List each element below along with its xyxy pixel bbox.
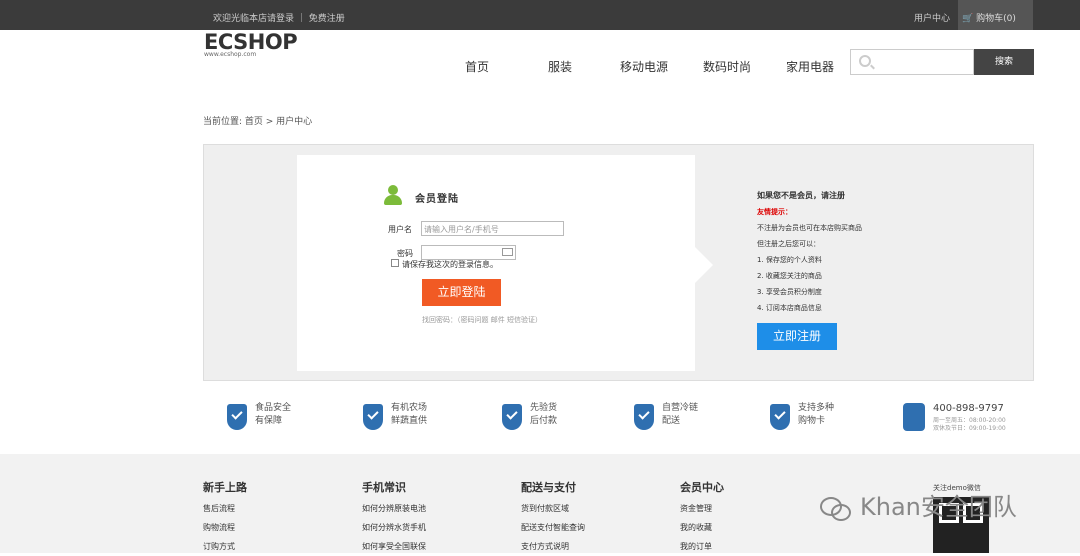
footer-column-title: 新手上路 <box>203 481 247 494</box>
welcome-login-link[interactable]: 欢迎光临本店请登录 ｜ 免费注册 <box>213 11 345 24</box>
cart-button[interactable]: 🛒 购物车(0) <box>958 0 1033 30</box>
nav-item-clothing[interactable]: 服装 <box>548 58 572 75</box>
register-button[interactable]: 立即注册 <box>757 323 837 350</box>
watermark: Khan安全团队 <box>820 487 1017 522</box>
shield-check-icon <box>227 404 247 430</box>
top-bar: 欢迎光临本店请登录 ｜ 免费注册 用户中心 🛒 购物车(0) <box>0 0 1080 30</box>
footer-link[interactable]: 如何享受全国联保 <box>362 537 426 556</box>
hint-line: 不注册为会员也可在本店购买商品 <box>757 224 862 232</box>
footer-column-title: 手机常识 <box>362 481 406 494</box>
password-field[interactable] <box>421 245 516 260</box>
nav-item-appliances[interactable]: 家用电器 <box>786 58 834 75</box>
nav-item-digital[interactable]: 数码时尚 <box>703 58 751 75</box>
feature-item: 支持多种 购物卡 <box>798 403 835 426</box>
username-field[interactable]: 请输入用户名/手机号 <box>421 221 564 236</box>
cart-label: 购物车(0) <box>976 14 1016 24</box>
register-info: 如果您不是会员，请注册 友情提示： 不注册为会员也可在本店购买商品 但注册之后您… <box>757 188 862 316</box>
footer-column: 手机常识 如何分辨原装电池 如何分辨水货手机 如何享受全国联保 <box>362 480 426 556</box>
feature-item: 食品安全 有保障 <box>255 403 292 426</box>
footer-link[interactable]: 货到付款区域 <box>521 499 585 518</box>
phone-icon <box>903 403 925 431</box>
search-button[interactable]: 搜索 <box>974 49 1034 75</box>
search-icon <box>859 55 871 67</box>
footer-link[interactable]: 购物流程 <box>203 518 247 537</box>
footer-column: 新手上路 售后流程 购物流程 订购方式 <box>203 480 247 556</box>
footer-link[interactable]: 我的收藏 <box>680 518 724 537</box>
service-hours: 周一至周五：08:00-20:00 双休及节日：09:00-19:00 <box>933 417 1006 432</box>
footer-column: 配送与支付 货到付款区域 配送支付智能查询 支付方式说明 <box>521 480 585 556</box>
nav-item-home[interactable]: 首页 <box>465 58 489 75</box>
site-logo[interactable]: ECSHOP www.ecshop.com <box>204 30 298 58</box>
hint-title: 友情提示： <box>757 208 792 216</box>
footer-link[interactable]: 我的订单 <box>680 537 724 556</box>
footer-link[interactable]: 如何分辨水货手机 <box>362 518 426 537</box>
feature-item: 有机农场 鲜蔬直供 <box>391 403 428 426</box>
footer-column: 会员中心 资金管理 我的收藏 我的订单 <box>680 480 724 556</box>
benefit-item: 4. 订阅本店商品信息 <box>757 304 822 312</box>
benefit-item: 1. 保存您的个人资料 <box>757 256 822 264</box>
inspect-icon <box>502 404 522 430</box>
footer-link[interactable]: 如何分辨原装电池 <box>362 499 426 518</box>
breadcrumb: 当前位置: 首页 > 用户中心 <box>203 117 313 127</box>
login-panel: 会员登陆 用户名 请输入用户名/手机号 密码 请保存我这次的登录信息。 立即登陆… <box>203 144 1034 381</box>
footer-link[interactable]: 订购方式 <box>203 537 247 556</box>
login-button[interactable]: 立即登陆 <box>422 279 501 306</box>
search-input[interactable] <box>850 49 974 75</box>
remember-checkbox[interactable] <box>391 259 399 267</box>
wechat-icon <box>820 495 851 521</box>
password-label: 密码 <box>397 249 413 258</box>
footer-link[interactable]: 配送支付智能查询 <box>521 518 585 537</box>
forgot-password-links[interactable]: 找回密码：（密码问题 邮件 短信验证） <box>422 315 542 325</box>
footer-column-title: 配送与支付 <box>521 481 576 494</box>
farm-icon <box>363 404 383 430</box>
cart-icon: 🛒 <box>962 14 974 24</box>
username-label: 用户名 <box>388 225 412 234</box>
truck-icon <box>634 404 654 430</box>
nav-item-power-bank[interactable]: 移动电源 <box>620 58 668 75</box>
hotline-number: 400-898-9797 <box>933 403 1004 414</box>
user-center-link[interactable]: 用户中心 <box>914 11 950 24</box>
feature-item: 先验货 后付款 <box>530 403 558 426</box>
login-card: 会员登陆 用户名 请输入用户名/手机号 密码 请保存我这次的登录信息。 立即登陆… <box>297 155 713 371</box>
remember-label: 请保存我这次的登录信息。 <box>402 260 498 269</box>
card-icon <box>770 404 790 430</box>
register-heading: 如果您不是会员，请注册 <box>757 191 845 200</box>
footer-column-title: 会员中心 <box>680 481 724 494</box>
hint-line: 但注册之后您可以： <box>757 240 820 248</box>
footer-link[interactable]: 售后流程 <box>203 499 247 518</box>
footer-link[interactable]: 支付方式说明 <box>521 537 585 556</box>
benefit-item: 2. 收藏您关注的商品 <box>757 272 822 280</box>
login-title: 会员登陆 <box>415 194 459 205</box>
keyboard-icon[interactable] <box>502 248 513 256</box>
member-icon <box>382 184 404 206</box>
benefit-item: 3. 享受会员积分制度 <box>757 288 822 296</box>
footer-link[interactable]: 资金管理 <box>680 499 724 518</box>
feature-item: 自营冷链 配送 <box>662 403 699 426</box>
watermark-text: Khan安全团队 <box>860 493 1017 521</box>
